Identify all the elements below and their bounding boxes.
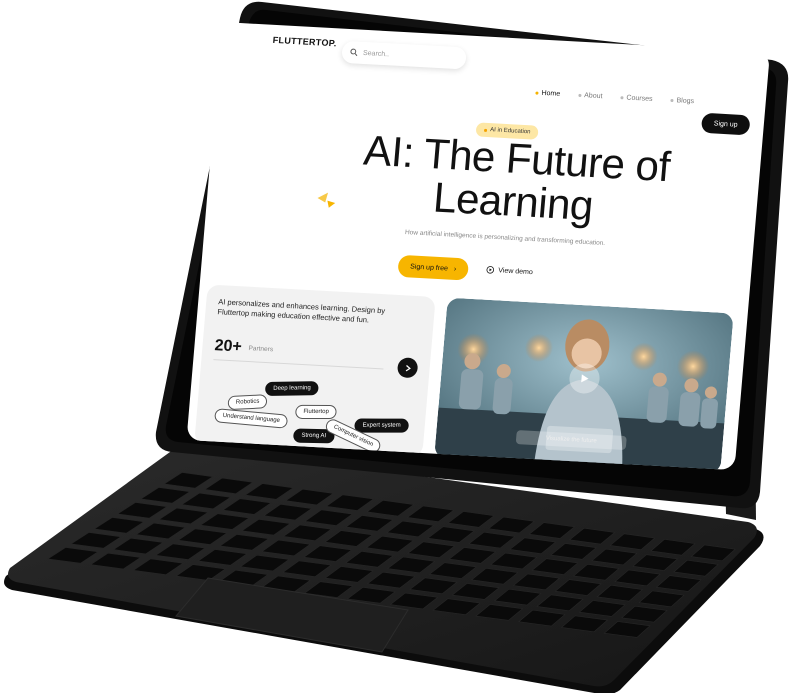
- nav-courses[interactable]: Courses: [620, 94, 653, 103]
- tag-robotics[interactable]: Robotics: [227, 394, 268, 411]
- chevron-right-icon: ›: [453, 265, 457, 273]
- search-placeholder: Search..: [362, 49, 390, 58]
- info-card: AI personalizes and enhances learning. D…: [194, 284, 436, 457]
- nav-blogs-label: Blogs: [676, 97, 695, 106]
- main-nav: Home About Courses Blogs: [535, 89, 694, 105]
- nav-home-label: Home: [541, 89, 561, 98]
- nav-dot-icon: [670, 98, 674, 103]
- view-demo-label: View demo: [497, 266, 534, 276]
- divider: [213, 359, 384, 370]
- nav-dot-icon: [578, 93, 582, 98]
- nav-dot-icon: [535, 91, 539, 95]
- badge-dot-icon: [483, 128, 488, 132]
- arrow-right-icon: [405, 364, 411, 371]
- tag-deep-learning[interactable]: Deep learning: [265, 381, 319, 396]
- nav-home[interactable]: Home: [535, 89, 561, 98]
- device-mockup: FLUTTERTOP. Search.. Home About Courses: [0, 0, 796, 693]
- signup-free-button[interactable]: Sign up free ›: [397, 254, 470, 281]
- tag-understand-language[interactable]: Understand language: [213, 408, 289, 429]
- play-icon: [581, 374, 589, 383]
- view-demo-link[interactable]: View demo: [486, 266, 533, 277]
- nav-about-label: About: [583, 92, 603, 101]
- partners-count: 20+: [213, 337, 243, 356]
- tablet-screen: FLUTTERTOP. Search.. Home About Courses: [186, 22, 771, 471]
- play-circle-icon: [486, 266, 495, 274]
- nav-blogs[interactable]: Blogs: [670, 97, 694, 105]
- tag-fluttertop[interactable]: Fluttertop: [295, 404, 338, 420]
- brand-logo[interactable]: FLUTTERTOP.: [272, 35, 337, 49]
- nav-courses-label: Courses: [626, 94, 653, 103]
- signup-free-label: Sign up free: [409, 262, 449, 273]
- signup-button[interactable]: Sign up: [700, 112, 751, 136]
- info-card-text: AI personalizes and enhances learning. D…: [217, 297, 386, 325]
- video-card[interactable]: Visualize the future: [434, 297, 734, 471]
- search-input[interactable]: Search..: [341, 40, 467, 70]
- partners-label: Partners: [248, 344, 274, 354]
- hero-title: AI: The Future of Learning: [316, 126, 713, 233]
- search-icon: [350, 48, 358, 57]
- hero-subtitle: How artificial intelligence is personali…: [404, 228, 606, 248]
- tag-expert-system[interactable]: Expert system: [354, 418, 409, 433]
- nav-dot-icon: [620, 96, 624, 100]
- arrow-button[interactable]: [396, 357, 419, 379]
- nav-about[interactable]: About: [578, 92, 603, 100]
- sparkle-icon: [317, 192, 336, 208]
